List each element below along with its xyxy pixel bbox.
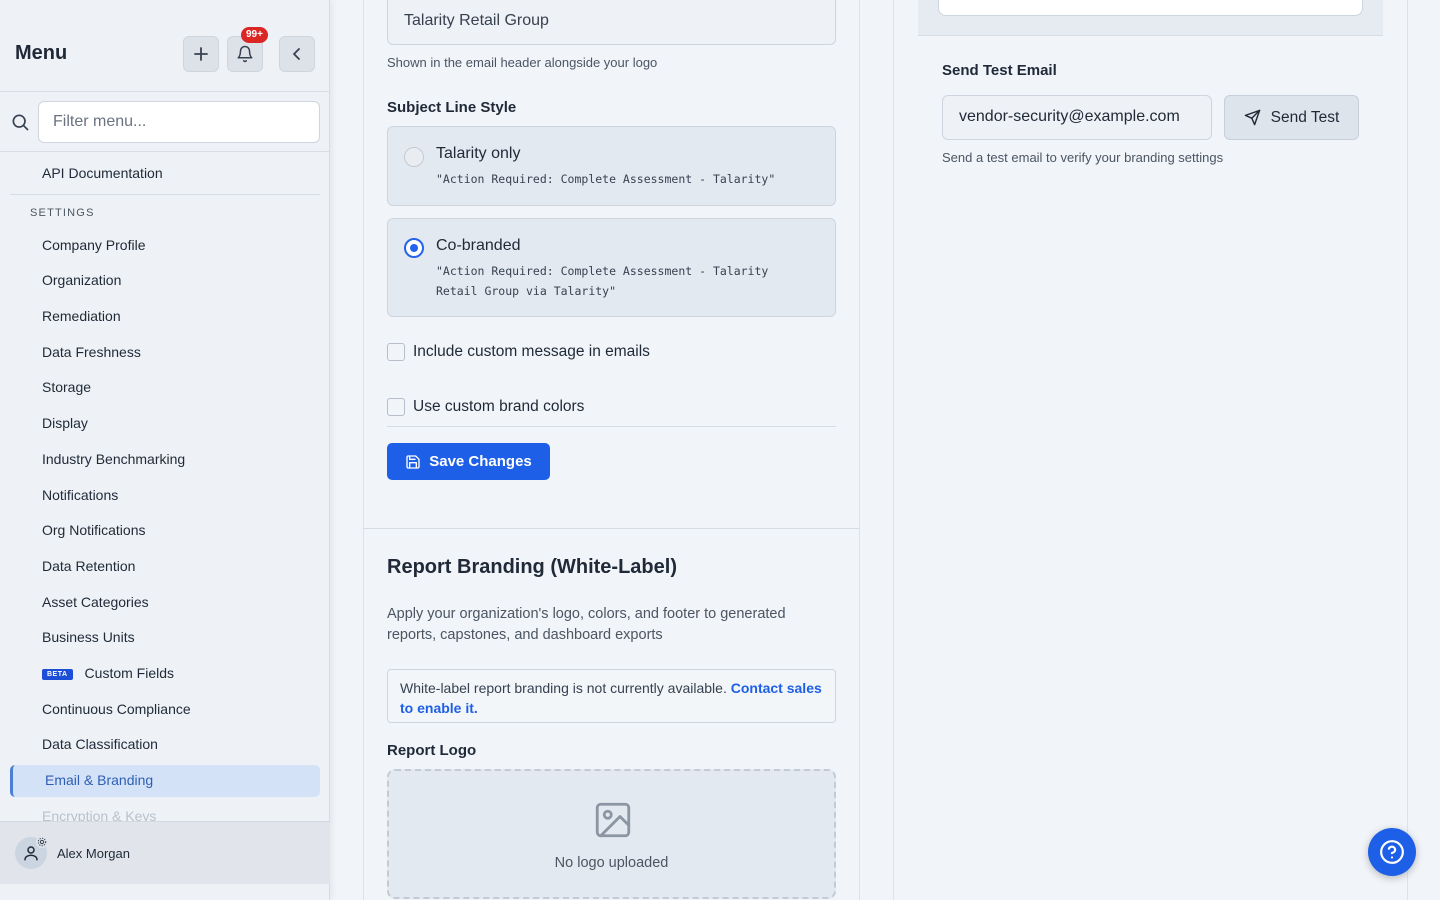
sidebar: Menu 99+ API Documentation SETTINGS Comp… <box>0 0 330 900</box>
brand-colors-checkbox[interactable] <box>387 398 405 416</box>
notifications-badge: 99+ <box>241 27 268 43</box>
white-label-notice: White-label report branding is not curre… <box>387 669 836 723</box>
send-test-help: Send a test email to verify your brandin… <box>942 150 1224 165</box>
sidebar-item-data-classification[interactable]: Data Classification <box>42 736 158 752</box>
subject-line-label: Subject Line Style <box>387 99 517 116</box>
save-changes-button[interactable]: Save Changes <box>387 443 550 480</box>
sidebar-item-organization[interactable]: Organization <box>42 272 121 288</box>
notice-text: White-label report branding is not curre… <box>400 680 727 696</box>
section-divider <box>363 528 860 529</box>
filter-menu-input[interactable] <box>38 101 320 143</box>
sidebar-item-notifications[interactable]: Notifications <box>42 487 118 503</box>
sidebar-divider <box>10 194 320 195</box>
radio-co-branded[interactable] <box>404 238 424 258</box>
sidebar-header: Menu 99+ <box>0 0 329 92</box>
sidebar-item-label: Custom Fields <box>84 665 175 681</box>
brand-colors-checkbox-row[interactable]: Use custom brand colors <box>387 398 584 416</box>
sidebar-item-email-branding[interactable]: Email & Branding <box>45 772 153 788</box>
display-name-help: Shown in the email header alongside your… <box>387 55 658 70</box>
chevron-left-icon <box>293 48 300 60</box>
send-icon <box>1244 109 1260 126</box>
display-name-input[interactable]: Talarity Retail Group <box>387 0 836 45</box>
save-changes-label: Save Changes <box>429 453 532 470</box>
image-icon <box>595 802 631 838</box>
settings-gear-icon <box>36 836 48 848</box>
option-example: "Action Required: Complete Assessment - … <box>436 172 776 186</box>
sidebar-title: Menu <box>15 42 68 64</box>
sidebar-item-remediation[interactable]: Remediation <box>42 308 121 324</box>
collapse-sidebar-button[interactable] <box>279 36 315 72</box>
sidebar-item-company-profile[interactable]: Company Profile <box>42 237 146 253</box>
sidebar-item-storage[interactable]: Storage <box>42 379 91 395</box>
send-test-label: Send Test <box>1270 108 1340 126</box>
brand-colors-label: Use custom brand colors <box>413 398 585 415</box>
plus-icon <box>194 47 208 61</box>
send-test-button[interactable]: Send Test <box>1224 95 1359 140</box>
test-email-input[interactable]: vendor-security@example.com <box>942 95 1212 140</box>
sidebar-footer: Alex Morgan <box>0 821 330 884</box>
custom-message-label: Include custom message in emails <box>413 343 650 360</box>
sidebar-item-custom-fields[interactable]: BETA Custom Fields <box>42 665 174 681</box>
preview-card-inner <box>938 0 1363 16</box>
save-icon <box>406 454 420 469</box>
subject-option-co-branded[interactable]: Co-branded "Action Required: Complete As… <box>387 218 836 317</box>
send-test-email-label: Send Test Email <box>942 62 1057 79</box>
sidebar-item-data-freshness[interactable]: Data Freshness <box>42 344 141 360</box>
bell-icon <box>237 45 253 63</box>
sidebar-item-asset-categories[interactable]: Asset Categories <box>42 594 149 610</box>
no-logo-text: No logo uploaded <box>554 855 669 871</box>
radio-talarity-only[interactable] <box>404 147 424 167</box>
help-button[interactable] <box>1368 828 1416 876</box>
help-icon <box>1380 840 1404 864</box>
sidebar-item-api-documentation[interactable]: API Documentation <box>42 165 163 181</box>
user-name: Alex Morgan <box>57 846 130 861</box>
sidebar-item-data-retention[interactable]: Data Retention <box>42 558 135 574</box>
report-logo-dropzone[interactable]: No logo uploaded <box>387 769 836 899</box>
report-branding-title: Report Branding (White-Label) <box>387 556 677 578</box>
sidebar-section-settings: SETTINGS <box>30 207 95 219</box>
report-branding-description: Apply your organization's logo, colors, … <box>387 606 786 643</box>
sidebar-item-encryption-keys[interactable]: Encryption & Keys <box>42 808 156 821</box>
option-example: "Action Required: Complete Assessment - … <box>436 264 769 298</box>
subject-option-talarity-only[interactable]: Talarity only "Action Required: Complete… <box>387 126 836 206</box>
sidebar-item-industry-benchmarking[interactable]: Industry Benchmarking <box>42 451 185 467</box>
sidebar-menu: API Documentation SETTINGS Company Profi… <box>0 153 330 821</box>
search-icon <box>12 114 29 131</box>
add-button[interactable] <box>183 36 219 72</box>
sidebar-item-continuous-compliance[interactable]: Continuous Compliance <box>42 701 191 717</box>
sidebar-item-business-units[interactable]: Business Units <box>42 629 135 645</box>
sidebar-search <box>0 92 329 152</box>
sidebar-item-org-notifications[interactable]: Org Notifications <box>42 522 145 538</box>
sidebar-item-display[interactable]: Display <box>42 415 88 431</box>
option-title: Talarity only <box>436 145 521 162</box>
beta-badge: BETA <box>42 668 73 680</box>
custom-message-checkbox[interactable] <box>387 343 405 361</box>
report-logo-label: Report Logo <box>387 742 477 759</box>
form-divider <box>387 426 836 427</box>
custom-message-checkbox-row[interactable]: Include custom message in emails <box>387 343 650 361</box>
option-title: Co-branded <box>436 237 521 254</box>
